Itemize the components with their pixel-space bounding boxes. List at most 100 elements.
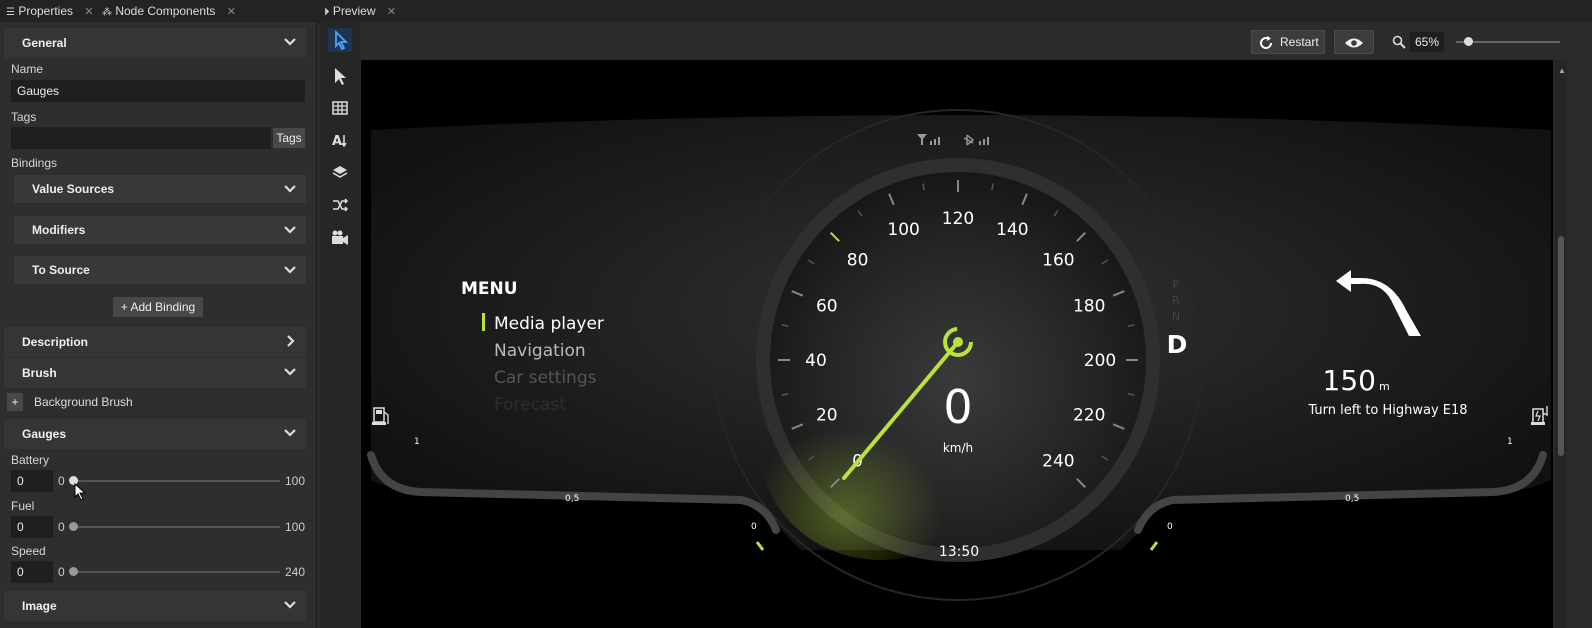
name-label: Name [11, 62, 44, 76]
tab-properties[interactable]: ☰ Properties ✕ [6, 0, 94, 22]
close-icon[interactable]: ✕ [227, 6, 236, 18]
close-icon[interactable]: ✕ [84, 6, 93, 18]
tab-label: Preview [332, 4, 376, 18]
gear-letter: N [1172, 310, 1180, 323]
menu-selection-marker [482, 313, 485, 331]
speed-tick-label: 240 [1042, 451, 1074, 471]
speed-input[interactable]: 0 [11, 561, 53, 583]
right-gauge-mid-label: 0,5 [1345, 494, 1359, 504]
zoom-slider-knob[interactable] [1464, 37, 1473, 46]
list-icon: ☰ [6, 7, 15, 18]
close-icon[interactable]: ✕ [387, 6, 396, 18]
chevron-down-icon [284, 226, 296, 234]
section-brush[interactable]: Brush [4, 358, 306, 388]
left-gauge-mid-label: 0,5 [565, 494, 579, 504]
chevron-down-icon [284, 429, 296, 437]
speed-min: 0 [58, 565, 65, 579]
section-title: Description [22, 335, 89, 349]
to-source-section[interactable]: To Source [14, 256, 306, 284]
menu-item[interactable]: Car settings [494, 368, 597, 388]
grid-icon [332, 101, 348, 115]
preview-scrollbar[interactable]: ▲ [1555, 60, 1567, 628]
tab-node-components[interactable]: ⁂ Node Components ✕ [102, 0, 236, 22]
speed-tick-label: 20 [816, 405, 838, 425]
scroll-thumb[interactable] [1558, 236, 1564, 456]
text-sort-tool[interactable]: A [330, 130, 350, 150]
speed-slider-knob[interactable] [69, 567, 78, 576]
menu-title: MENU [461, 279, 518, 299]
section-description[interactable]: Description [4, 327, 306, 357]
menu-item[interactable]: Navigation [494, 341, 586, 361]
menu-item[interactable]: Media player [494, 314, 604, 334]
speed-label: Speed [11, 544, 46, 558]
section-title: Modifiers [32, 223, 86, 237]
speed-tick-label: 60 [816, 297, 838, 317]
pointer-select-icon [335, 29, 349, 51]
tool-column: A [320, 22, 360, 628]
section-title: General [22, 36, 67, 50]
right-gauge-bottom-label: 0 [1167, 522, 1173, 532]
restart-button[interactable]: Restart [1251, 30, 1325, 54]
section-image[interactable]: Image [4, 591, 306, 621]
chevron-down-icon [284, 185, 296, 193]
layers-tool[interactable] [330, 162, 350, 182]
shuffle-icon [333, 198, 349, 212]
preview-toolbar: Restart 65% [360, 22, 1592, 60]
tab-preview[interactable]: ⏵ Preview ✕ [324, 0, 396, 22]
value-sources-section[interactable]: Value Sources [14, 175, 306, 203]
speed-tick-label: 140 [996, 220, 1028, 240]
camera-icon [332, 230, 348, 245]
shuffle-tool[interactable] [330, 195, 350, 215]
section-title: Value Sources [32, 182, 115, 196]
gear-letter: R [1172, 294, 1180, 307]
grid-tool[interactable] [330, 98, 350, 118]
add-binding-button[interactable]: + Add Binding [113, 297, 203, 317]
fuel-min: 0 [58, 520, 65, 534]
speed-slider[interactable] [70, 571, 280, 573]
svg-text:A: A [332, 134, 342, 149]
speed-tick-label: 220 [1073, 405, 1105, 425]
tags-field[interactable] [11, 127, 271, 149]
eye-icon [1345, 38, 1363, 48]
bindings-label: Bindings [11, 156, 58, 170]
pointer-select-tool[interactable] [328, 28, 352, 52]
chevron-right-icon [287, 335, 295, 347]
preview-stage: 0 20 40 60 80 100 120 140 160 180 200 220 240 0 km/h… [361, 60, 1553, 628]
right-gauge-indicator [1149, 541, 1159, 551]
visibility-button[interactable] [1334, 30, 1374, 54]
scroll-up-icon[interactable]: ▲ [1558, 66, 1566, 75]
speed-tick-label: 200 [1084, 351, 1116, 371]
section-title: Image [22, 599, 57, 613]
tags-label: Tags [11, 110, 37, 124]
section-gauges[interactable]: Gauges [4, 419, 306, 449]
select-arrow-icon [335, 68, 346, 85]
speed-tick-label: 180 [1073, 297, 1105, 317]
fuel-slider-knob[interactable] [69, 522, 78, 531]
camera-tool[interactable] [330, 228, 350, 248]
select-tool[interactable] [330, 66, 350, 86]
gear-letter: P [1173, 278, 1180, 291]
battery-input[interactable]: 0 [11, 470, 53, 492]
battery-slider[interactable] [70, 480, 280, 482]
section-general[interactable]: General [4, 28, 306, 58]
menu-item[interactable]: Forecast [494, 395, 566, 415]
distance-unit: m [1379, 380, 1390, 393]
add-brush-button[interactable]: + [7, 393, 23, 411]
name-field[interactable]: Gauges [11, 80, 305, 102]
left-gauge-bottom-label: 0 [751, 522, 757, 532]
tags-button[interactable]: Tags [273, 128, 305, 148]
zoom-field[interactable]: 65% [1410, 32, 1444, 52]
speed-tick-label: 80 [847, 251, 869, 271]
background-brush-label: Background Brush [34, 395, 133, 409]
battery-min: 0 [58, 474, 65, 488]
section-title: Brush [22, 366, 57, 380]
chevron-down-icon [284, 266, 296, 274]
text-sort-icon: A [332, 134, 347, 149]
speed-unit: km/h [943, 441, 973, 455]
zoom-icon [1392, 35, 1406, 49]
right-gutter [1567, 22, 1592, 628]
gear-indicator: D [1167, 330, 1188, 359]
fuel-input[interactable]: 0 [11, 516, 53, 538]
fuel-slider[interactable] [70, 526, 280, 528]
modifiers-section[interactable]: Modifiers [14, 216, 306, 244]
